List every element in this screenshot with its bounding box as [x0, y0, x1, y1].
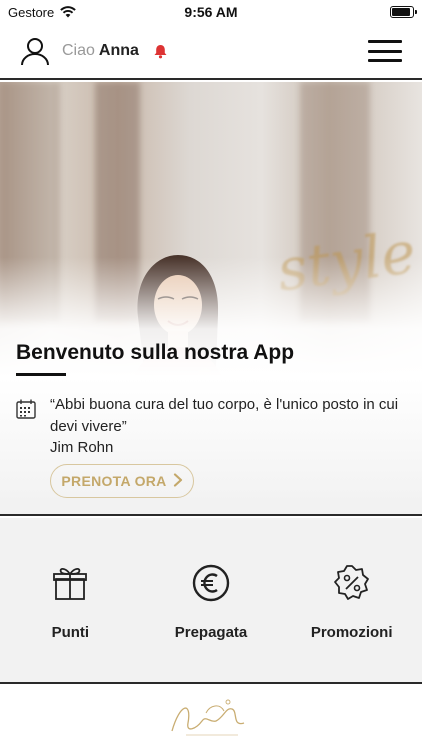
quote-author: Jim Rohn — [50, 439, 114, 456]
greeting: Ciao Anna — [62, 42, 139, 60]
feature-label: Prepagata — [174, 624, 248, 641]
bell-icon[interactable] — [153, 44, 168, 59]
gift-icon — [53, 567, 88, 600]
feature-label: Punti — [51, 624, 90, 641]
user-name: Anna — [98, 42, 139, 59]
feature-prepaid[interactable]: Prepagata — [141, 518, 282, 682]
battery-level — [392, 8, 410, 16]
user-icon[interactable] — [20, 36, 50, 66]
title-underline — [16, 373, 66, 376]
euro-icon — [192, 564, 230, 602]
quote-section: “Abbi buona cura del tuo corpo, è l'unic… — [0, 378, 422, 516]
greeting-prefix: Ciao — [62, 42, 95, 59]
carrier-label: Gestore — [8, 4, 55, 20]
quote-text: “Abbi buona cura del tuo corpo, è l'unic… — [50, 396, 399, 435]
feature-label: Promozioni — [310, 624, 393, 641]
brand-logo — [171, 699, 245, 736]
app-header: Ciao Anna — [0, 24, 422, 80]
feature-points[interactable]: Punti — [0, 518, 141, 682]
calendar-icon — [16, 399, 36, 419]
feature-shortcuts: Punti Prepagata Promozioni — [0, 518, 422, 684]
hero-banner: style Benvenuto sulla nostra App — [0, 82, 422, 377]
status-left: Gestore — [8, 4, 77, 20]
feature-promotions[interactable]: Promozioni — [281, 518, 422, 682]
page-title: Benvenuto sulla nostra App — [16, 341, 295, 364]
percent-badge-icon — [333, 565, 369, 600]
wifi-icon — [60, 6, 77, 18]
battery-icon — [390, 6, 417, 18]
chevron-right-icon — [173, 473, 182, 487]
hamburger-menu-icon[interactable] — [368, 40, 402, 62]
status-bar: Gestore 9:56 AM — [0, 0, 422, 24]
footer — [0, 686, 422, 750]
book-now-label: PRENOTA ORA — [61, 473, 167, 489]
book-now-button[interactable]: PRENOTA ORA — [50, 464, 194, 498]
